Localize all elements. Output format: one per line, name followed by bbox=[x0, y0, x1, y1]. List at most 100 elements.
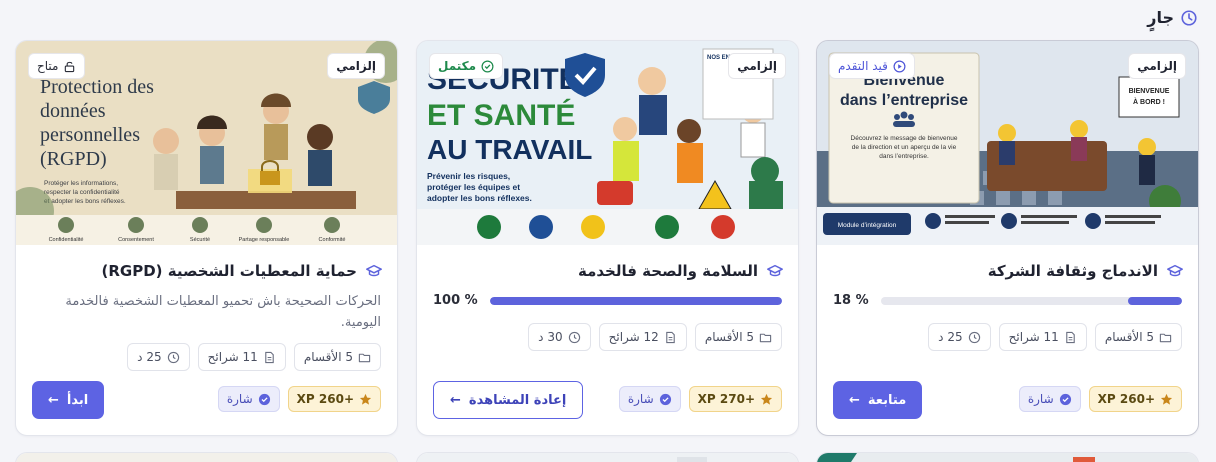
course-card-safety[interactable]: SÉCURITÉ ET SANTÉ AU TRAVAIL Prévenir le… bbox=[416, 40, 799, 436]
folder-icon bbox=[759, 333, 772, 342]
svg-text:et adopter les bons réflexes.: et adopter les bons réflexes. bbox=[44, 198, 126, 205]
clock-icon bbox=[1181, 9, 1197, 26]
progress-row: 100 % bbox=[433, 293, 782, 308]
rewards: +260 XP شارة bbox=[217, 386, 381, 412]
progress-row: 18 % bbox=[833, 293, 1182, 308]
check-circle-icon bbox=[481, 60, 494, 72]
badge-reward: شارة bbox=[618, 386, 681, 412]
course-meta: 5 الأقسام 11 شرائح 25 د bbox=[127, 343, 381, 371]
xp-reward: +260 XP bbox=[1088, 386, 1182, 412]
svg-text:adopter les bons réflexes.: adopter les bons réflexes. bbox=[427, 193, 532, 203]
start-button[interactable]: ابدأ ← bbox=[32, 381, 105, 419]
verified-badge-icon bbox=[659, 393, 671, 405]
course-card-stub[interactable] bbox=[416, 452, 799, 462]
star-icon bbox=[760, 393, 773, 405]
slides-count: 11 شرائح bbox=[998, 323, 1087, 351]
svg-text:Découvrez le message de bienve: Découvrez le message de bienvenue bbox=[851, 135, 958, 142]
svg-text:Partage responsable: Partage responsable bbox=[239, 237, 290, 243]
sections-count: 5 الأقسام bbox=[293, 343, 381, 371]
arrow-left-icon: ← bbox=[849, 392, 860, 408]
star-icon bbox=[1160, 393, 1173, 405]
slides-count: 12 شرائح bbox=[598, 323, 687, 351]
rewards: +270 XP شارة bbox=[618, 386, 782, 412]
status-label: مكتمل bbox=[438, 59, 477, 73]
course-title: حماية المعطيات الشخصية (RGPD) bbox=[101, 262, 357, 280]
status-badge: قيد التقدم bbox=[829, 53, 915, 79]
svg-text:respecter la confidentialité: respecter la confidentialité bbox=[44, 189, 120, 196]
svg-text:Consentement: Consentement bbox=[118, 237, 154, 243]
course-meta: 5 الأقسام 12 شرائح 30 د bbox=[528, 323, 782, 351]
svg-text:Prévenir les risques,: Prévenir les risques, bbox=[427, 171, 510, 181]
progress-bar bbox=[880, 296, 1182, 305]
graduation-cap-icon bbox=[767, 264, 783, 277]
course-card-onboarding[interactable]: Bienvenue dans l’entreprise Découvrez le… bbox=[816, 40, 1199, 436]
svg-text:AU TRAVAIL: AU TRAVAIL bbox=[427, 134, 592, 165]
unlock-icon bbox=[65, 61, 75, 72]
duration: 25 د bbox=[127, 343, 190, 371]
svg-text:Protéger les informations,: Protéger les informations, bbox=[44, 180, 118, 187]
svg-text:Protection des: Protection des bbox=[40, 76, 154, 98]
progress-label: 100 % bbox=[433, 293, 478, 308]
course-title-row: الاندماج وثقافة الشركة bbox=[831, 262, 1184, 280]
course-title-row: السلامة والصحة فالخدمة bbox=[431, 262, 784, 280]
mandatory-badge: إلزامي bbox=[728, 53, 786, 79]
progress-fill bbox=[1127, 296, 1182, 305]
svg-text:Conformité: Conformité bbox=[319, 237, 346, 243]
svg-text:BIENVENUE: BIENVENUE bbox=[1129, 88, 1170, 95]
clock-icon bbox=[568, 331, 580, 343]
play-circle-icon bbox=[893, 60, 906, 72]
arrow-left-icon: ← bbox=[450, 392, 461, 408]
svg-text:Sécurité: Sécurité bbox=[190, 237, 210, 243]
svg-text:À BORD !: À BORD ! bbox=[1133, 97, 1165, 106]
status-label: قيد التقدم bbox=[838, 59, 888, 73]
verified-badge-icon bbox=[258, 393, 270, 405]
star-icon bbox=[359, 393, 372, 405]
svg-text:dans l’entreprise.: dans l’entreprise. bbox=[879, 153, 929, 160]
status-badge: مكتمل bbox=[429, 53, 504, 79]
course-title: السلامة والصحة فالخدمة bbox=[578, 262, 758, 280]
card-footer: +270 XP شارة إعادة المشاهدة ← bbox=[433, 381, 782, 419]
course-meta: 5 الأقسام 11 شرائح 25 د bbox=[928, 323, 1182, 351]
mandatory-badge: إلزامي bbox=[327, 53, 385, 79]
svg-text:dans l’entreprise: dans l’entreprise bbox=[840, 92, 968, 109]
document-icon bbox=[666, 331, 675, 343]
svg-text:personnelles: personnelles bbox=[40, 124, 140, 146]
svg-text:de la direction et un aperçu d: de la direction et un aperçu de la vie bbox=[852, 144, 957, 151]
card-footer: +260 XP شارة ابدأ ← bbox=[32, 381, 381, 419]
course-title-row: حماية المعطيات الشخصية (RGPD) bbox=[30, 262, 383, 280]
xp-reward: +270 XP bbox=[688, 386, 782, 412]
svg-text:données: données bbox=[40, 100, 106, 122]
mandatory-badge: إلزامي bbox=[1128, 53, 1186, 79]
xp-reward: +260 XP bbox=[287, 386, 381, 412]
document-icon bbox=[1066, 331, 1075, 343]
course-card-stub[interactable] bbox=[15, 452, 398, 462]
svg-text:ET SANTÉ: ET SANTÉ bbox=[427, 98, 575, 132]
rewards: +260 XP شارة bbox=[1018, 386, 1182, 412]
card-footer: +260 XP شارة متابعة ← bbox=[833, 381, 1182, 419]
status-label: متاح bbox=[37, 59, 59, 73]
verified-badge-icon bbox=[1059, 393, 1071, 405]
section-header: جارٍ bbox=[1147, 8, 1198, 27]
slides-count: 11 شرائح bbox=[197, 343, 286, 371]
sections-count: 5 الأقسام bbox=[1094, 323, 1182, 351]
section-title: جارٍ bbox=[1147, 8, 1174, 27]
document-icon bbox=[265, 351, 274, 363]
svg-text:Confidentialité: Confidentialité bbox=[49, 237, 84, 243]
course-description: الحركات الصحيحة باش تحميو المعطيات الشخص… bbox=[65, 294, 381, 330]
graduation-cap-icon bbox=[1167, 264, 1183, 277]
progress-bar bbox=[489, 296, 782, 305]
status-badge: متاح bbox=[28, 53, 86, 79]
duration: 25 د bbox=[928, 323, 991, 351]
svg-text:Module d’intégration: Module d’intégration bbox=[838, 222, 897, 229]
svg-text:protéger les équipes et: protéger les équipes et bbox=[427, 182, 520, 192]
progress-fill bbox=[489, 296, 782, 305]
rewatch-button[interactable]: إعادة المشاهدة ← bbox=[433, 381, 584, 419]
graduation-cap-icon bbox=[366, 264, 382, 277]
badge-reward: شارة bbox=[217, 386, 280, 412]
arrow-left-icon: ← bbox=[48, 392, 59, 408]
course-card-stub[interactable] bbox=[816, 452, 1199, 462]
duration: 30 د bbox=[528, 323, 591, 351]
folder-icon bbox=[1159, 333, 1172, 342]
continue-button[interactable]: متابعة ← bbox=[833, 381, 923, 419]
course-card-rgpd[interactable]: Protection des données personnelles (RGP… bbox=[15, 40, 398, 436]
